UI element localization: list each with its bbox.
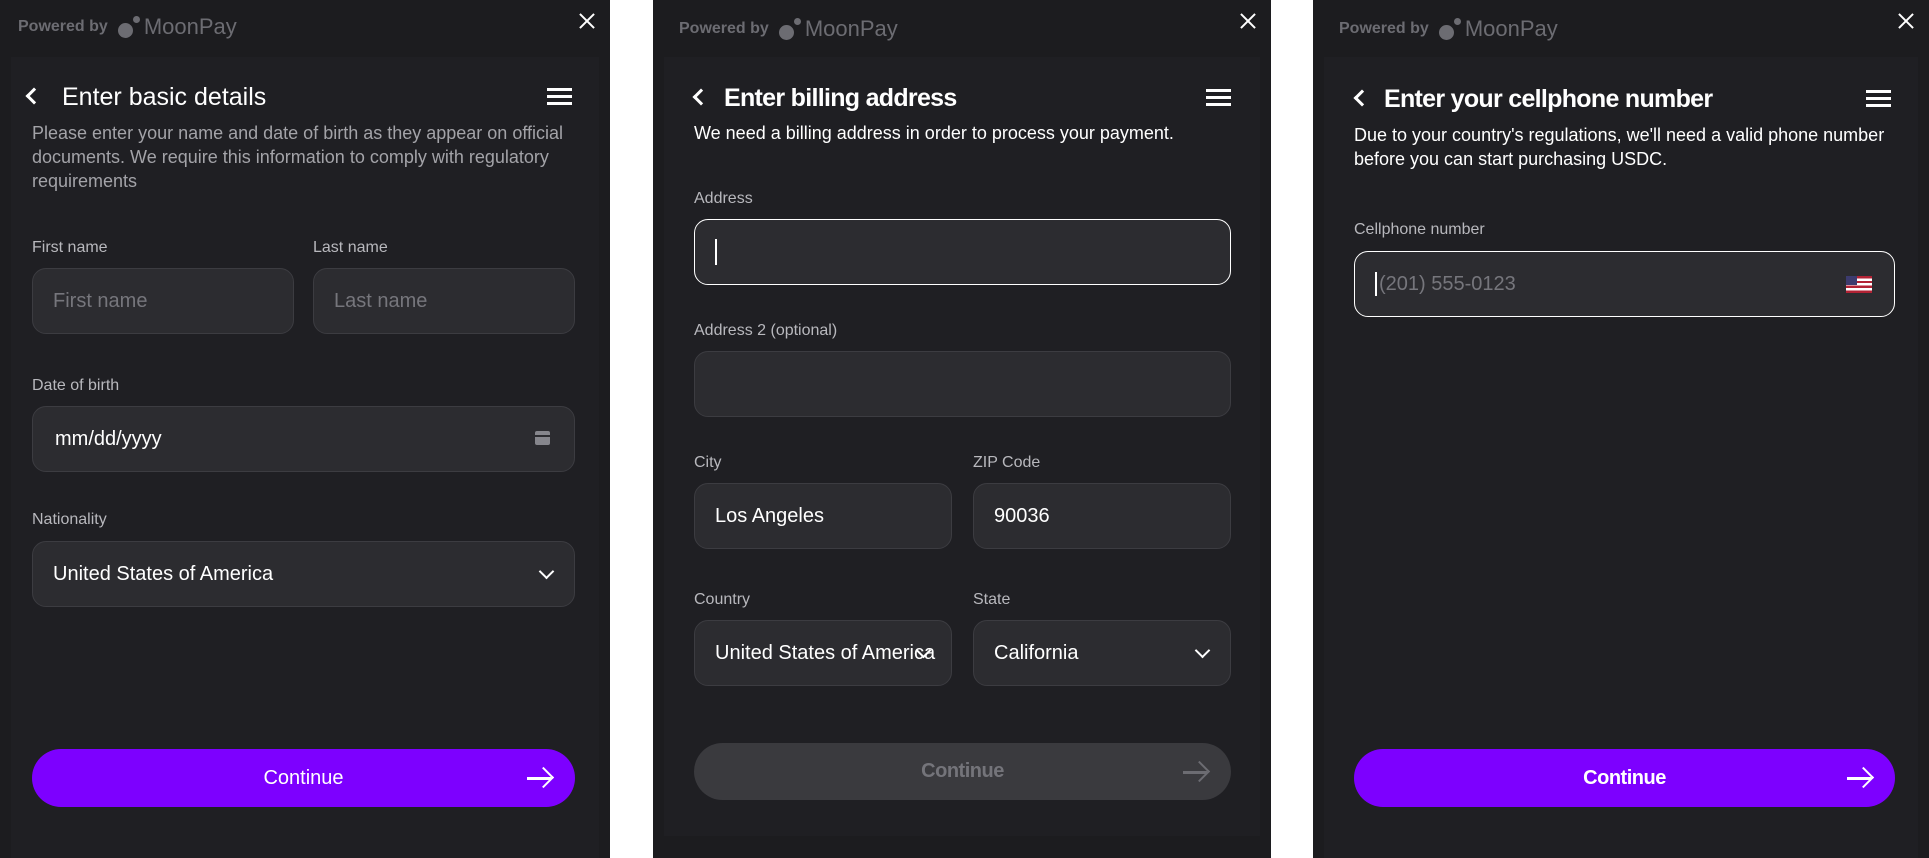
text-cursor [1375,272,1377,296]
basic-details-panel: Powered by MoonPay Enter basic details P… [0,0,610,858]
header: Enter basic details [0,78,610,118]
header: Enter billing address [653,79,1271,119]
calendar-icon[interactable] [535,431,550,445]
back-icon[interactable] [1353,89,1371,107]
zip-value: 90036 [994,504,1050,527]
continue-label: Continue [1583,766,1666,789]
address2-label: Address 2 (optional) [694,322,838,339]
arrow-right-icon [1183,760,1211,783]
moonpay-logo-text: MoonPay [804,16,898,41]
city-input[interactable]: Los Angeles [694,483,952,549]
nationality-label: Nationality [32,511,107,528]
moonpay-logo-icon [117,16,140,38]
close-icon[interactable] [1895,10,1917,32]
powered-by: Powered by MoonPay [679,16,898,42]
moonpay-logo: MoonPay [1438,16,1558,42]
powered-by: Powered by MoonPay [18,14,237,40]
powered-by: Powered by MoonPay [1339,16,1558,42]
page-title: Enter billing address [724,84,957,112]
nationality-select[interactable]: United States of America [32,541,575,607]
description: We need a billing address in order to pr… [694,123,1174,143]
form-card [1324,57,1918,858]
dob-input[interactable]: mm/dd/yyyy [32,406,575,472]
country-value: United States of America [715,641,936,664]
last-name-label: Last name [313,239,388,256]
moonpay-logo-icon [778,18,801,40]
phone-placeholder: (201) 555-0123 [1379,272,1516,295]
text-cursor [715,239,717,265]
phone-input[interactable]: (201) 555-0123 [1354,251,1895,317]
arrow-right-icon [1847,766,1875,789]
powered-by-text: Powered by [1339,20,1429,37]
zip-input[interactable]: 90036 [973,483,1231,549]
address-label: Address [694,190,753,207]
header: Enter your cellphone number [1313,80,1929,120]
back-icon[interactable] [25,87,43,105]
phone-label: Cellphone number [1354,221,1485,238]
arrow-right-icon [527,766,555,789]
description: Please enter your name and date of birth… [32,123,564,191]
state-label: State [973,591,1011,608]
dob-label: Date of birth [32,377,120,394]
first-name-placeholder: First name [53,289,148,312]
state-value: California [994,641,1079,664]
us-flag-icon[interactable] [1846,276,1872,293]
first-name-label: First name [32,239,108,256]
menu-icon[interactable] [1206,87,1231,107]
continue-button[interactable]: Continue [32,749,575,807]
powered-by-text: Powered by [18,18,108,35]
continue-button[interactable]: Continue [1354,749,1895,807]
cellphone-panel: Powered by MoonPay Enter your cellphone … [1313,0,1929,858]
moonpay-logo-text: MoonPay [143,14,237,39]
menu-icon[interactable] [547,86,572,106]
page-title: Enter basic details [62,83,267,111]
state-select[interactable]: California [973,620,1231,686]
country-label: Country [694,591,751,608]
back-icon[interactable] [692,88,710,106]
form-card [664,57,1260,836]
continue-button[interactable]: Continue [694,743,1231,800]
zip-label: ZIP Code [973,454,1041,471]
chevron-down-icon [538,563,555,580]
first-name-input[interactable]: First name [32,268,294,334]
billing-address-panel: Powered by MoonPay Enter billing address… [653,0,1271,858]
description: Due to your country's regulations, we'll… [1354,125,1885,169]
close-icon[interactable] [1237,10,1259,32]
chevron-down-icon [1194,642,1211,659]
moonpay-logo: MoonPay [778,16,898,42]
moonpay-logo-icon [1438,18,1461,40]
country-select[interactable]: United States of America [694,620,952,686]
last-name-input[interactable]: Last name [313,268,575,334]
dob-value: mm/dd/yyyy [55,427,162,450]
address-input[interactable] [694,219,1231,285]
continue-label: Continue [263,766,344,789]
page-title: Enter your cellphone number [1384,85,1713,113]
city-value: Los Angeles [715,504,824,527]
last-name-placeholder: Last name [334,289,428,312]
nationality-value: United States of America [53,562,274,585]
continue-label: Continue [921,760,1004,782]
moonpay-logo-text: MoonPay [1464,16,1558,41]
address2-input[interactable] [694,351,1231,417]
close-icon[interactable] [576,10,598,32]
powered-by-text: Powered by [679,20,769,37]
menu-icon[interactable] [1866,88,1891,108]
moonpay-logo: MoonPay [117,14,237,40]
city-label: City [694,454,722,471]
